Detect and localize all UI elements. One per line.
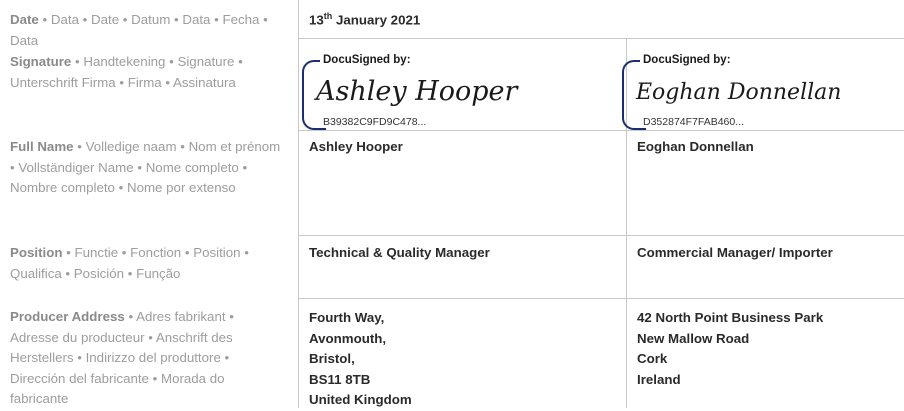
signer1-address: Fourth Way, Avonmouth, Bristol, BS11 8TB…	[309, 308, 412, 411]
date-value: 13th January 2021	[309, 6, 420, 31]
row-divider-name	[298, 235, 904, 236]
producer-address-label-title: Producer Address	[10, 309, 125, 324]
producer-address-label: Producer Address • Adres fabrikant • Adr…	[10, 307, 282, 410]
position-label: Position • Functie • Fonction • Position…	[10, 243, 282, 284]
address-line: Cork	[637, 351, 668, 366]
signature-label-title: Signature	[10, 54, 72, 69]
envelope-code-2: D352874F7FAB460...	[640, 116, 747, 128]
full-name-label: Full Name • Volledige naam • Nom et prén…	[10, 137, 282, 199]
docusign-header-1: DocuSigned by:	[320, 54, 414, 66]
signature-script-2: Eoghan Donnellan	[636, 80, 842, 105]
docusign-signature-2[interactable]: DocuSigned by: Eoghan Donnellan D352874F…	[622, 54, 904, 130]
date-label: Date • Data • Date • Datum • Data • Fech…	[10, 10, 282, 51]
full-name-label-title: Full Name	[10, 139, 74, 154]
envelope-code-1: B39382C9FD9C478...	[320, 116, 430, 128]
row-divider-signature	[298, 130, 904, 131]
date-label-translations: • Data • Date • Datum • Data • Fecha • D…	[10, 12, 268, 48]
address-line: BS11 8TB	[309, 371, 371, 387]
address-line: 42 North Point Business Park	[637, 310, 824, 325]
row-divider-date	[298, 38, 904, 39]
address-line: Fourth Way,	[309, 310, 385, 325]
date-day: 13	[309, 12, 324, 28]
docusign-header-2: DocuSigned by:	[640, 54, 734, 66]
signer1-name: Ashley Hooper	[309, 139, 403, 154]
docusign-signature-1[interactable]: DocuSigned by: Ashley Hooper B39382C9FD9…	[302, 54, 592, 130]
address-line: Ireland	[637, 371, 681, 387]
signer1-position: Technical & Quality Manager	[309, 245, 490, 260]
address-line: New Mallow Road	[637, 330, 750, 346]
signer2-name: Eoghan Donnellan	[637, 139, 754, 154]
row-divider-position	[298, 298, 904, 299]
address-line: Bristol,	[309, 351, 355, 366]
address-line: United Kingdom	[309, 392, 412, 407]
signer2-address: 42 North Point Business Park New Mallow …	[637, 308, 823, 390]
date-label-title: Date	[10, 12, 39, 27]
table-left-border	[298, 0, 299, 408]
date-rest: January 2021	[332, 12, 421, 28]
position-label-title: Position	[10, 245, 63, 260]
signature-script-1: Ashley Hooper	[316, 76, 518, 107]
signature-label: Signature • Handtekening • Signature • U…	[10, 52, 282, 93]
signer2-position: Commercial Manager/ Importer	[637, 245, 833, 260]
address-line: Avonmouth,	[309, 330, 387, 346]
